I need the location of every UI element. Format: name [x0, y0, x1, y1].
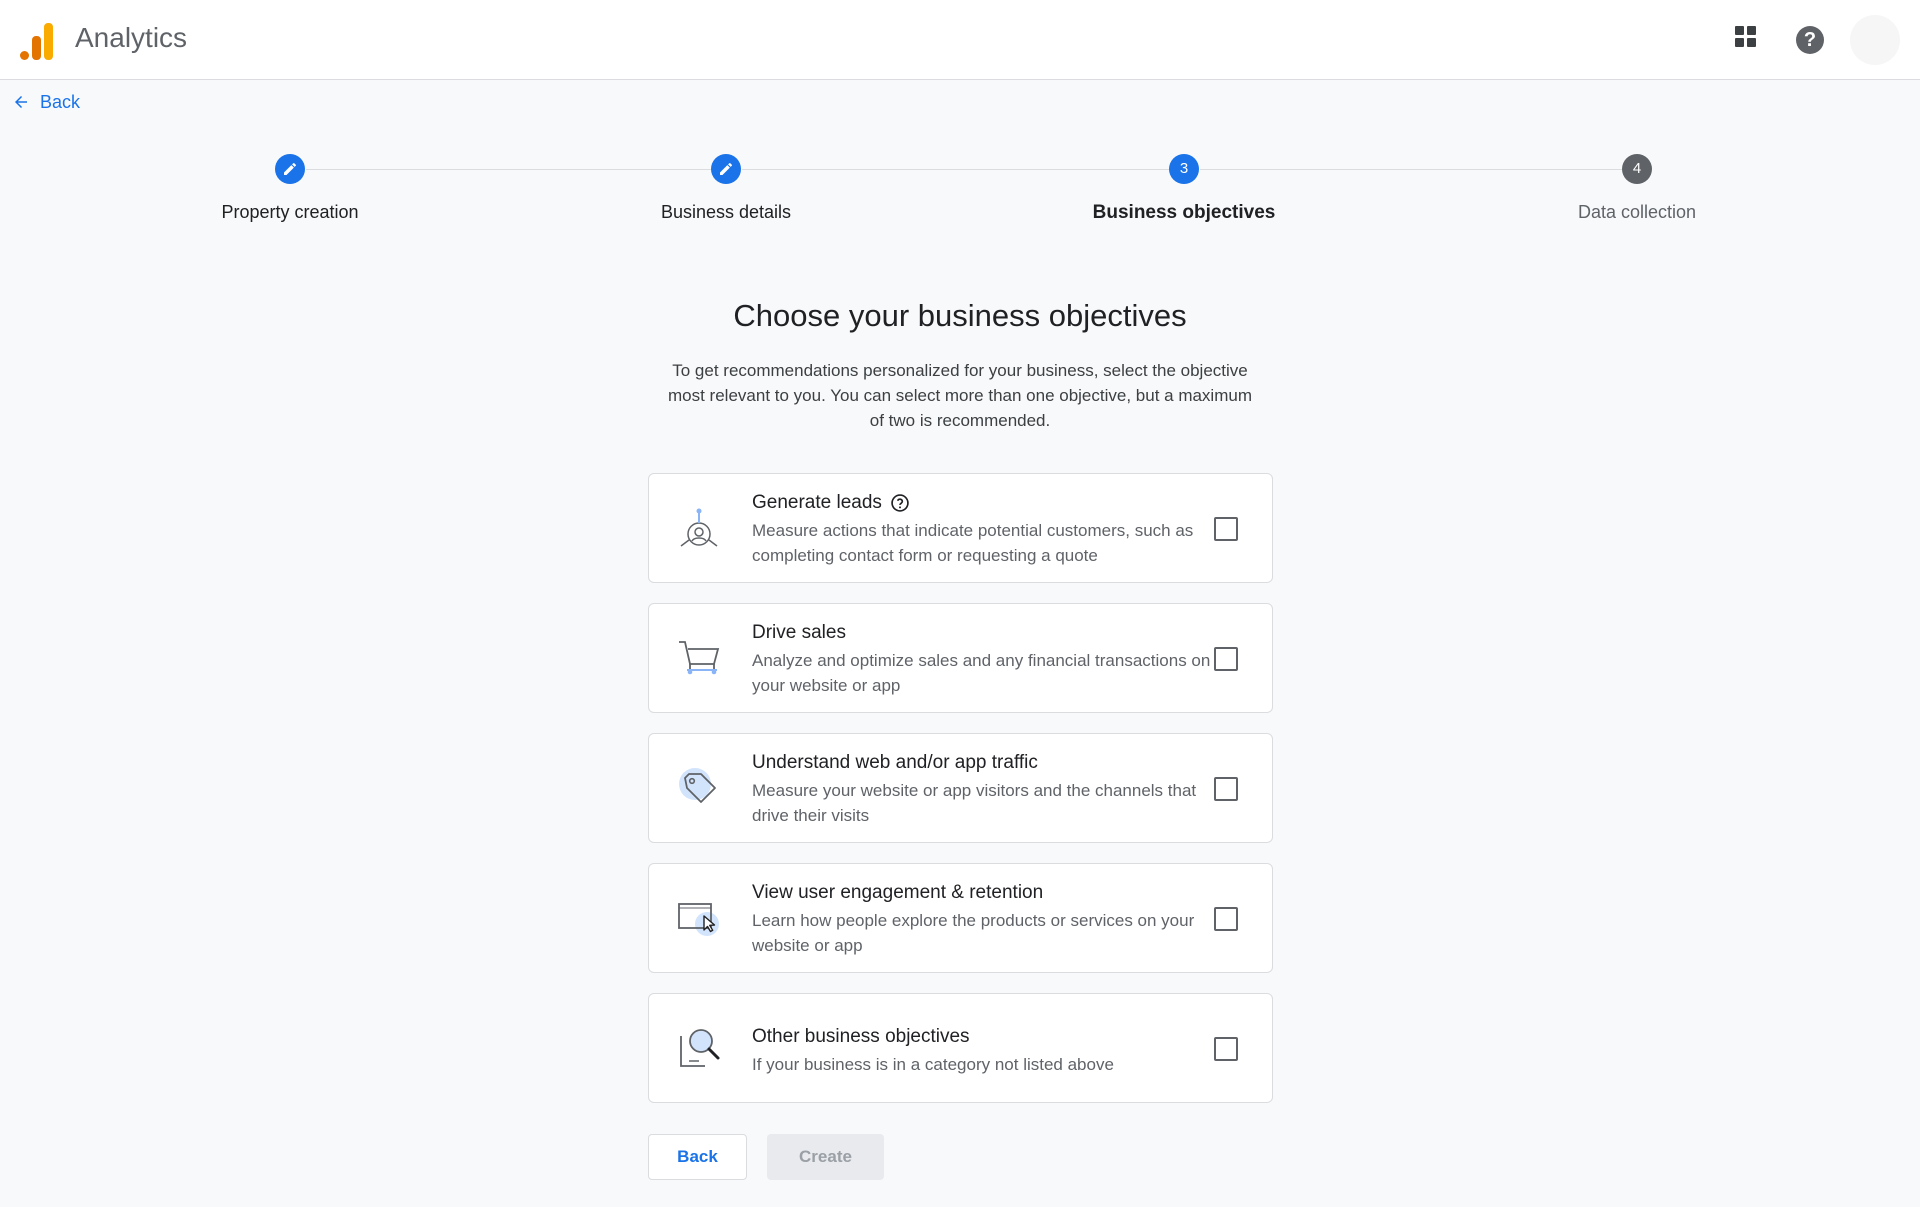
apps-dot	[1747, 38, 1756, 47]
objective-checkbox[interactable]	[1214, 1037, 1238, 1061]
objective-card-generate-leads[interactable]: Generate leads Measure actions that indi…	[648, 473, 1273, 583]
back-link[interactable]: Back	[12, 90, 80, 114]
apps-grid-icon[interactable]	[1735, 26, 1763, 54]
tag-icon	[679, 768, 716, 803]
objective-description: Measure actions that indicate potential …	[752, 521, 1194, 565]
step-number-badge: 4	[1622, 154, 1652, 184]
objective-title: View user engagement & retention	[752, 882, 1044, 903]
objective-card-drive-sales[interactable]: Drive sales Analyze and optimize sales a…	[648, 603, 1273, 713]
back-button[interactable]: Back	[648, 1134, 747, 1180]
step-label: Business details	[660, 202, 792, 222]
objective-title: Generate leads	[752, 492, 882, 513]
objective-card-other[interactable]: Other business objectives If your busine…	[648, 993, 1273, 1103]
step-label: Data collection	[1577, 202, 1697, 222]
objective-checkbox[interactable]	[1214, 777, 1238, 801]
objective-checkbox[interactable]	[1214, 907, 1238, 931]
edit-pencil-icon	[711, 154, 741, 184]
objective-title-row: Generate leads	[752, 492, 910, 514]
page-subtitle: To get recommendations personalized for …	[668, 361, 1252, 430]
step-number-badge: 3	[1169, 154, 1199, 184]
objective-description: Analyze and optimize sales and any finan…	[752, 651, 1211, 695]
objective-card-engagement-retention[interactable]: View user engagement & retention Learn h…	[648, 863, 1273, 973]
objective-card-web-app-traffic[interactable]: Understand web and/or app traffic Measur…	[648, 733, 1273, 843]
window-cursor-icon	[678, 903, 719, 936]
step-business-details[interactable]: Business details	[576, 154, 876, 223]
objective-description: Measure your website or app visitors and…	[752, 781, 1197, 825]
apps-dot	[1735, 26, 1744, 35]
objective-description: If your business is in a category not li…	[752, 1055, 1114, 1074]
objective-title: Drive sales	[752, 622, 846, 643]
app-title: Analytics	[75, 22, 188, 53]
account-avatar[interactable]	[1850, 15, 1900, 65]
logo-bar-small	[20, 51, 29, 60]
objective-checkbox[interactable]	[1214, 517, 1238, 541]
objective-title: Understand web and/or app traffic	[752, 752, 1038, 773]
objective-description: Learn how people explore the products or…	[752, 911, 1195, 955]
magnifier-icon	[680, 1029, 720, 1067]
help-icon[interactable]: ?	[1796, 26, 1824, 54]
logo-bar-tall	[44, 23, 53, 60]
objective-checkbox[interactable]	[1214, 647, 1238, 671]
apps-dot	[1735, 38, 1744, 47]
objective-title: Other business objectives	[752, 1026, 970, 1047]
apps-dot	[1747, 26, 1756, 35]
step-business-objectives: 3 Business objectives	[1034, 154, 1334, 224]
analytics-logo[interactable]	[18, 20, 54, 60]
edit-pencil-icon	[275, 154, 305, 184]
step-label: Business objectives	[1092, 202, 1276, 223]
page-title: Choose your business objectives	[733, 298, 1187, 333]
top-app-bar: Analytics ?	[0, 0, 1920, 80]
step-label: Property creation	[221, 202, 359, 222]
step-property-creation[interactable]: Property creation	[140, 154, 440, 223]
help-outline-icon[interactable]	[890, 493, 910, 513]
step-data-collection: 4 Data collection	[1487, 154, 1787, 223]
cart-icon	[679, 641, 720, 675]
leads-icon	[680, 508, 718, 547]
logo-bar-medium	[32, 36, 41, 60]
arrow-back-icon	[15, 96, 27, 108]
back-link-label: Back	[40, 91, 81, 112]
create-button[interactable]: Create	[767, 1134, 884, 1180]
